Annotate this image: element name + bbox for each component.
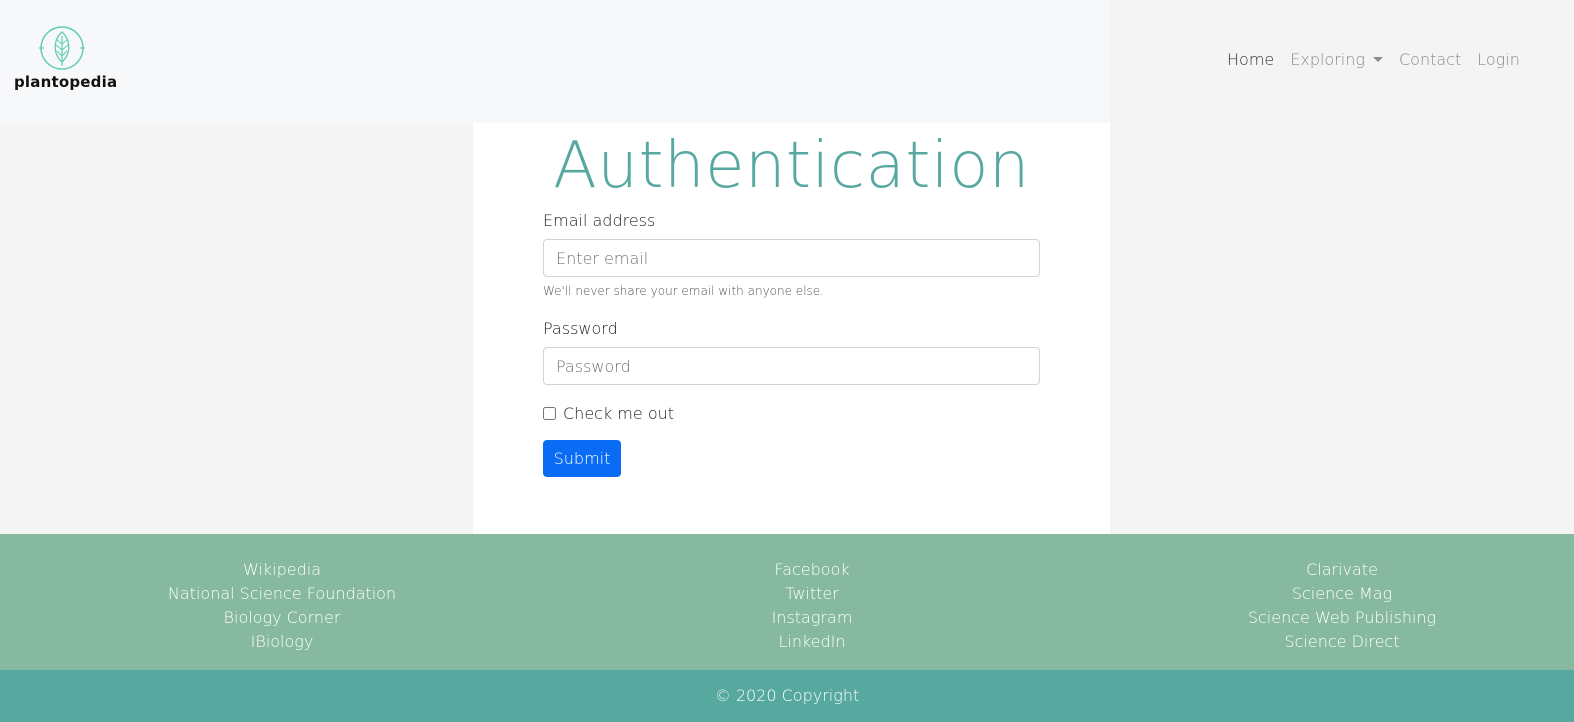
footer-links: Wikipedia National Science Foundation Bi… — [0, 534, 1574, 670]
nav-home[interactable]: Home — [1227, 50, 1274, 69]
footer-link-science-mag[interactable]: Science Mag — [1142, 582, 1542, 606]
check-me-out-checkbox[interactable] — [543, 407, 556, 420]
check-me-out-label: Check me out — [563, 404, 675, 423]
check-me-out-row[interactable]: Check me out — [543, 404, 1040, 423]
nav-contact[interactable]: Contact — [1399, 50, 1461, 69]
email-field[interactable] — [543, 239, 1040, 277]
submit-button[interactable]: Submit — [543, 440, 621, 477]
nav-exploring-label: Exploring — [1290, 50, 1365, 69]
footer-link-facebook[interactable]: Facebook — [612, 558, 1012, 582]
leaf-icon — [39, 26, 85, 70]
navbar: plantopedia — [0, 0, 1110, 123]
footer-link-nsf[interactable]: National Science Foundation — [82, 582, 482, 606]
copyright-bar: © 2020 Copyright — [0, 670, 1574, 722]
footer-link-wikipedia[interactable]: Wikipedia — [82, 558, 482, 582]
email-help-text: We'll never share your email with anyone… — [543, 284, 824, 298]
password-label: Password — [543, 319, 618, 338]
login-form: Email address We'll never share your ema… — [543, 211, 1040, 477]
footer-column-publications: Clarivate Science Mag Science Web Publis… — [1142, 558, 1542, 654]
footer-column-resources: Wikipedia National Science Foundation Bi… — [82, 558, 482, 654]
brand-name: plantopedia — [14, 73, 118, 91]
footer-link-science-web-publishing[interactable]: Science Web Publishing — [1142, 606, 1542, 630]
auth-card: Authentication Email address We'll never… — [473, 123, 1110, 534]
copyright-text: © 2020 Copyright — [714, 686, 860, 705]
footer-link-science-direct[interactable]: Science Direct — [1142, 630, 1542, 654]
footer-link-instagram[interactable]: Instagram — [612, 606, 1012, 630]
footer-link-ibiology[interactable]: IBiology — [82, 630, 482, 654]
nav-login[interactable]: Login — [1477, 50, 1520, 69]
footer-link-biology-corner[interactable]: Biology Corner — [82, 606, 482, 630]
main-nav: Home Exploring Contact Login — [1227, 50, 1536, 69]
footer-link-linkedin[interactable]: LinkedIn — [612, 630, 1012, 654]
footer-link-clarivate[interactable]: Clarivate — [1142, 558, 1542, 582]
chevron-down-icon — [1372, 57, 1383, 62]
password-field[interactable] — [543, 347, 1040, 385]
nav-exploring-dropdown[interactable]: Exploring — [1290, 50, 1383, 69]
page-title: Authentication — [553, 129, 1030, 203]
email-label: Email address — [543, 211, 656, 230]
footer-link-twitter[interactable]: Twitter — [612, 582, 1012, 606]
brand-logo[interactable]: plantopedia — [14, 26, 118, 98]
footer-column-social: Facebook Twitter Instagram LinkedIn — [612, 558, 1012, 654]
